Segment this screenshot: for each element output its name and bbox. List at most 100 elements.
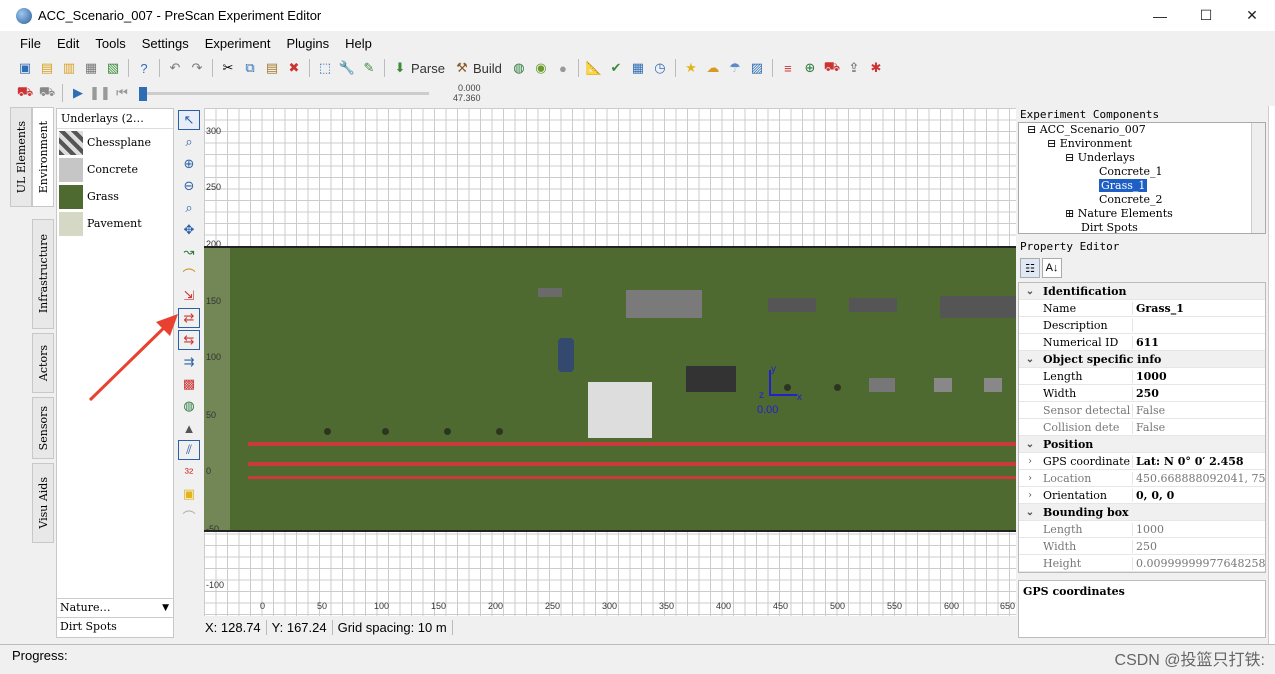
prop-sensor-detectable[interactable]: Sensor detectal False <box>1019 402 1265 419</box>
star-icon[interactable]: ★ <box>682 59 700 77</box>
open-recent-icon[interactable]: ▥ <box>60 59 78 77</box>
prop-description[interactable]: Description <box>1019 317 1265 334</box>
grass-underlay[interactable]: y x z 0.00 <box>204 246 1016 532</box>
globe-run-icon[interactable]: ◉ <box>532 59 550 77</box>
wrench-icon[interactable]: 🔧 <box>338 59 356 77</box>
zoom-in-icon[interactable]: ⊕ <box>178 154 200 174</box>
scene-object[interactable] <box>626 290 702 318</box>
color-block-icon[interactable]: ▣ <box>178 484 200 504</box>
tree-node[interactable]: Dirt Spots <box>1019 221 1265 233</box>
lane-icon[interactable]: ⫽ <box>178 440 200 460</box>
curve-icon[interactable]: ⌒ <box>178 506 200 526</box>
menu-help[interactable]: Help <box>345 36 372 51</box>
vehicle-icon[interactable]: ⛟ <box>823 59 841 77</box>
weather-rain-icon[interactable]: ☂ <box>726 59 744 77</box>
tab-sensors[interactable]: Sensors <box>32 397 54 459</box>
scene-object[interactable] <box>558 338 574 372</box>
zoom-icon[interactable]: ⌕ <box>178 132 200 152</box>
run-vehicle-icon[interactable]: ⛟ <box>16 84 34 102</box>
menu-file[interactable]: File <box>20 36 41 51</box>
stop-vehicle-icon[interactable]: ⛟ <box>38 84 56 102</box>
nature-elements-header[interactable]: Nature… ▼ <box>57 598 173 616</box>
tree[interactable] <box>382 428 389 435</box>
tree[interactable] <box>324 428 331 435</box>
pause-icon[interactable]: ❚❚ <box>89 84 111 102</box>
prop-width[interactable]: Width 250 <box>1019 385 1265 402</box>
scene-object[interactable] <box>984 378 1002 392</box>
list-item-concrete[interactable]: Concrete <box>57 156 173 183</box>
tree-node[interactable]: ⊞ Nature Elements <box>1019 207 1265 221</box>
tab-environment[interactable]: Environment <box>32 107 54 207</box>
world-add-icon[interactable]: ⊕ <box>801 59 819 77</box>
road-lane[interactable] <box>248 442 1016 446</box>
save-icon[interactable]: ▦ <box>82 59 100 77</box>
bug-icon[interactable]: ✱ <box>867 59 885 77</box>
menu-experiment[interactable]: Experiment <box>205 36 271 51</box>
weather-sun-cloud-icon[interactable]: ☁ <box>704 59 722 77</box>
globe-icon[interactable]: ◍ <box>510 59 528 77</box>
scene-object[interactable] <box>538 288 562 297</box>
export-icon[interactable]: ⇪ <box>845 59 863 77</box>
tree[interactable] <box>444 428 451 435</box>
prop-orientation[interactable]: › Orientation 0, 0, 0 <box>1019 487 1265 504</box>
tree-node[interactable]: Concrete_1 <box>1019 165 1265 179</box>
number-icon[interactable]: ³² <box>178 462 200 482</box>
tab-infrastructure[interactable]: Infrastructure <box>32 219 54 329</box>
tree-node[interactable]: Concrete_2 <box>1019 193 1265 207</box>
scene-object[interactable] <box>849 298 897 312</box>
tree[interactable] <box>834 384 841 391</box>
scene-object[interactable] <box>934 378 952 392</box>
tree[interactable] <box>496 428 503 435</box>
scene-object[interactable] <box>869 378 895 392</box>
parse-button[interactable]: Parse <box>411 61 445 76</box>
sort-alpha-icon[interactable]: A↓ <box>1042 258 1062 278</box>
time-slider[interactable] <box>139 87 429 101</box>
categorized-icon[interactable]: ☷ <box>1020 258 1040 278</box>
dirt-spots-header[interactable]: Dirt Spots <box>57 617 173 635</box>
prop-location[interactable]: › Location 450.668888092041, 75.5 <box>1019 470 1265 487</box>
scene-object[interactable] <box>588 382 652 438</box>
prop-gps[interactable]: › GPS coordinate Lat: N 0° 0′ 2.458 <box>1019 453 1265 470</box>
scene-object[interactable] <box>940 296 1016 318</box>
tree-node[interactable]: ⊟ Underlays <box>1019 151 1265 165</box>
list-item-grass[interactable]: Grass <box>57 183 173 210</box>
zoom-region-icon[interactable]: ⌕ <box>178 198 200 218</box>
road-lane[interactable] <box>248 476 1016 479</box>
calendar-icon[interactable]: ▦ <box>629 59 647 77</box>
category-identification[interactable]: ⌄ Identification <box>1019 283 1265 300</box>
pan-icon[interactable]: ✥ <box>178 220 200 240</box>
clock-icon[interactable]: ◷ <box>651 59 669 77</box>
chevron-down-icon[interactable]: ▼ <box>162 603 169 613</box>
category-object-specific[interactable]: ⌄ Object specific info <box>1019 351 1265 368</box>
pencil-icon[interactable]: ✎ <box>360 59 378 77</box>
build-button[interactable]: Build <box>473 61 502 76</box>
tab-actors[interactable]: Actors <box>32 333 54 393</box>
pointer-icon[interactable]: ↖ <box>178 110 200 130</box>
open-folder-icon[interactable]: ▤ <box>38 59 56 77</box>
experiment-components-tree[interactable]: ⊟ ACC_Scenario_007 ⊟ Environment ⊟ Under… <box>1018 122 1266 234</box>
terrain-icon[interactable]: ▲ <box>178 418 200 438</box>
list-item-chessplane[interactable]: Chessplane <box>57 129 173 156</box>
ruler-icon[interactable]: 📐 <box>585 59 603 77</box>
maximize-icon[interactable]: ☐ <box>1183 0 1229 31</box>
close-icon[interactable]: ✕ <box>1229 0 1275 31</box>
menu-plugins[interactable]: Plugins <box>286 36 329 51</box>
prop-name[interactable]: Name Grass_1 <box>1019 300 1265 317</box>
scene-object[interactable] <box>686 366 736 392</box>
time-slider-handle[interactable] <box>139 87 147 101</box>
rewind-icon[interactable]: ⏮ <box>113 84 131 102</box>
scene-object[interactable] <box>768 298 816 312</box>
menu-edit[interactable]: Edit <box>57 36 79 51</box>
tab-ul-elements[interactable]: UL Elements <box>10 107 32 207</box>
list-item-pavement[interactable]: Pavement <box>57 210 173 237</box>
help-icon[interactable]: ? <box>135 59 153 77</box>
build-hammer-icon[interactable]: ⚒ <box>453 59 471 77</box>
play-icon[interactable]: ▶ <box>69 84 87 102</box>
tree-node[interactable]: ⊟ ACC_Scenario_007 <box>1019 123 1265 137</box>
layers-icon[interactable]: ≡ <box>779 59 797 77</box>
tab-visu-aids[interactable]: Visu Aids <box>32 463 54 543</box>
tree-node-selected[interactable]: Grass_1 <box>1019 179 1265 193</box>
save-as-icon[interactable]: ▧ <box>104 59 122 77</box>
connect-icon[interactable]: ⇲ <box>178 286 200 306</box>
tree-node[interactable]: ⊟ Environment <box>1019 137 1265 151</box>
